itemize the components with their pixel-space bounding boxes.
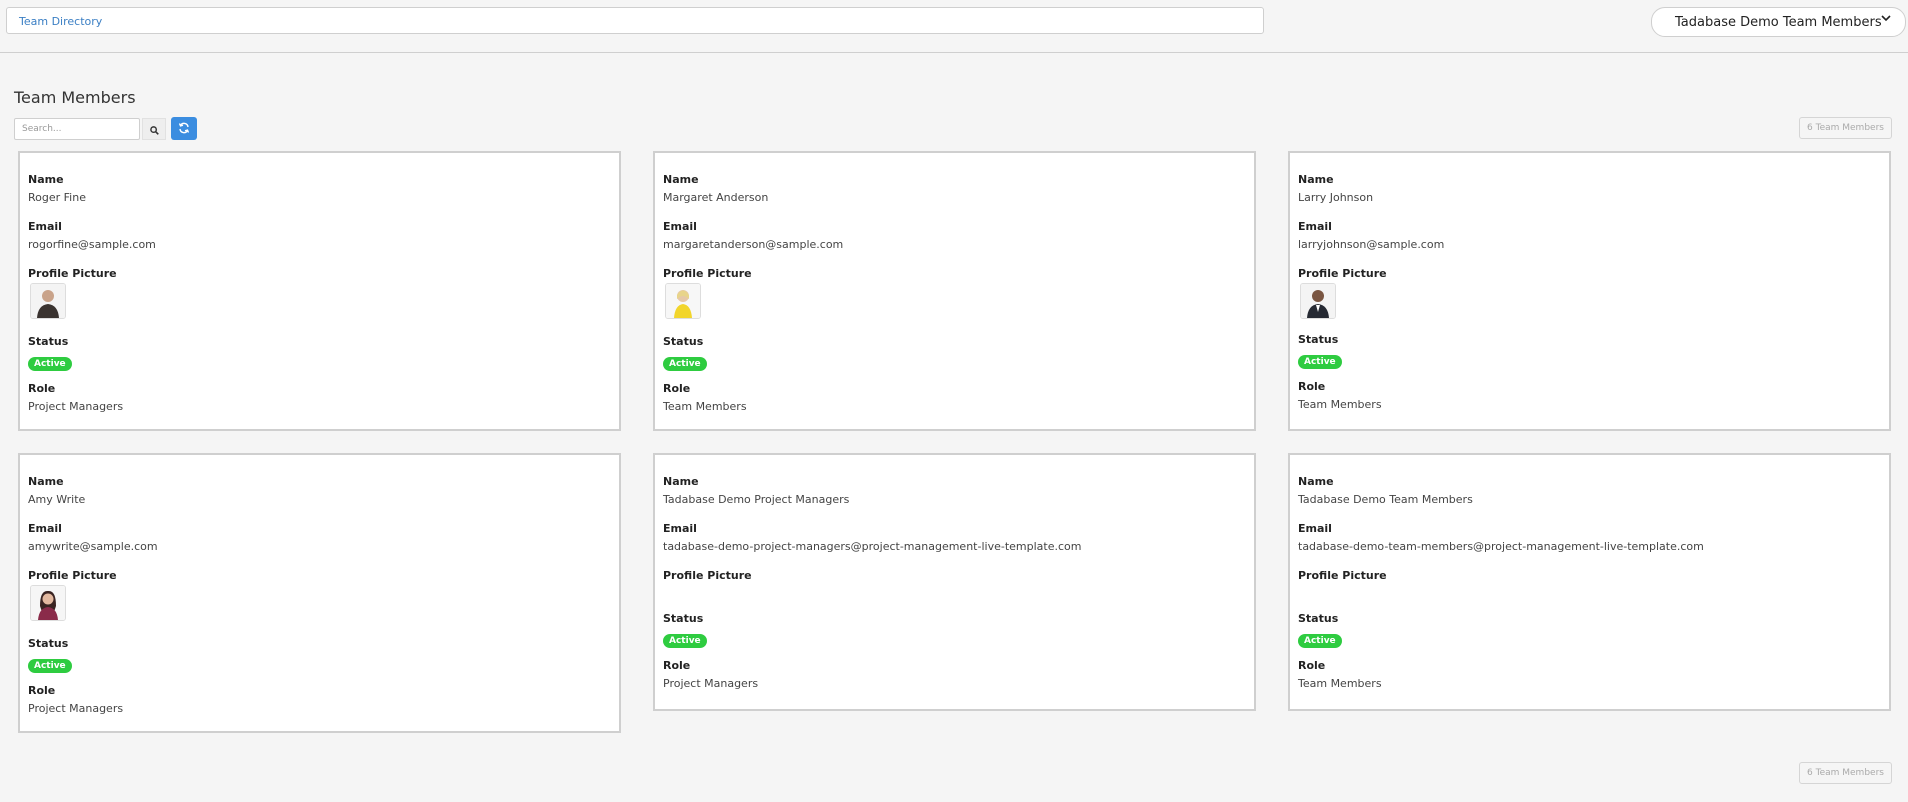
member-email: amywrite@sample.com [28,540,158,553]
member-role: Team Members [1298,398,1382,411]
profile-picture[interactable] [30,585,66,621]
status-label: Status [1298,333,1339,346]
member-role: Project Managers [663,677,759,690]
name-label: Name [1298,173,1334,186]
name-label: Name [1298,475,1334,488]
status-badge: Active [28,659,72,673]
member-card: Name Roger Fine Email rogorfine@sample.c… [18,151,621,431]
profile-picture-label: Profile Picture [1298,569,1387,582]
name-label: Name [28,475,64,488]
profile-picture-empty [663,585,1254,612]
member-card: Name Margaret Anderson Email margaretand… [653,151,1256,431]
profile-picture-label: Profile Picture [663,267,752,280]
breadcrumb: Team Directory [6,7,1264,34]
role-label: Role [663,382,691,395]
member-role: Project Managers [28,702,124,715]
member-card: Name Tadabase Demo Project Managers Emai… [653,453,1256,711]
email-label: Email [1298,522,1332,535]
member-role: Team Members [663,400,747,413]
user-menu-dropdown[interactable]: Tadabase Demo Team Members [1651,7,1906,37]
profile-picture[interactable] [665,283,701,319]
profile-picture-label: Profile Picture [28,267,117,280]
record-count-badge: 6 Team Members [1799,117,1892,139]
member-name: Amy Write [28,493,86,506]
profile-picture-label: Profile Picture [663,569,752,582]
role-label: Role [28,684,56,697]
email-label: Email [663,522,697,535]
search-button[interactable] [142,118,166,140]
role-label: Role [663,659,691,672]
member-name: Roger Fine [28,191,86,204]
email-label: Email [28,220,62,233]
status-label: Status [1298,612,1339,625]
email-label: Email [1298,220,1332,233]
email-label: Email [663,220,697,233]
member-card: Name Larry Johnson Email larryjohnson@sa… [1288,151,1891,431]
status-badge: Active [663,357,707,371]
status-badge: Active [1298,634,1342,648]
top-bar: Team Directory Tadabase Demo Team Member… [0,0,1908,53]
refresh-icon [178,119,190,138]
member-email: margaretanderson@sample.com [663,238,844,251]
member-email: tadabase-demo-project-managers@project-m… [663,540,1082,553]
name-label: Name [663,475,699,488]
member-role: Project Managers [28,400,124,413]
search-icon [149,120,159,139]
status-badge: Active [1298,355,1342,369]
status-label: Status [28,637,69,650]
email-label: Email [28,522,62,535]
member-card: Name Amy Write Email amywrite@sample.com… [18,453,621,733]
member-name: Tadabase Demo Team Members [1298,493,1473,506]
page-title: Team Members [14,88,136,107]
profile-picture[interactable] [30,283,66,319]
member-card: Name Tadabase Demo Team Members Email ta… [1288,453,1891,711]
role-label: Role [1298,659,1326,672]
chevron-down-icon [1881,13,1891,26]
profile-picture[interactable] [1300,283,1336,319]
member-name: Margaret Anderson [663,191,769,204]
member-email: larryjohnson@sample.com [1298,238,1445,251]
member-email: tadabase-demo-team-members@project-manag… [1298,540,1704,553]
member-name: Larry Johnson [1298,191,1374,204]
name-label: Name [28,173,64,186]
role-label: Role [28,382,56,395]
refresh-button[interactable] [171,117,197,140]
member-email: rogorfine@sample.com [28,238,156,251]
profile-picture-label: Profile Picture [28,569,117,582]
name-label: Name [663,173,699,186]
breadcrumb-link-team-directory[interactable]: Team Directory [19,15,102,28]
search-input[interactable] [14,118,140,140]
status-label: Status [28,335,69,348]
record-count-badge-bottom: 6 Team Members [1799,762,1892,784]
role-label: Role [1298,380,1326,393]
member-name: Tadabase Demo Project Managers [663,493,850,506]
user-menu-label: Tadabase Demo Team Members [1675,14,1882,30]
member-role: Team Members [1298,677,1382,690]
status-label: Status [663,335,704,348]
status-badge: Active [28,357,72,371]
team-members-grid: Name Roger Fine Email rogorfine@sample.c… [18,151,1891,733]
profile-picture-label: Profile Picture [1298,267,1387,280]
profile-picture-empty [1298,585,1889,612]
status-label: Status [663,612,704,625]
status-badge: Active [663,634,707,648]
